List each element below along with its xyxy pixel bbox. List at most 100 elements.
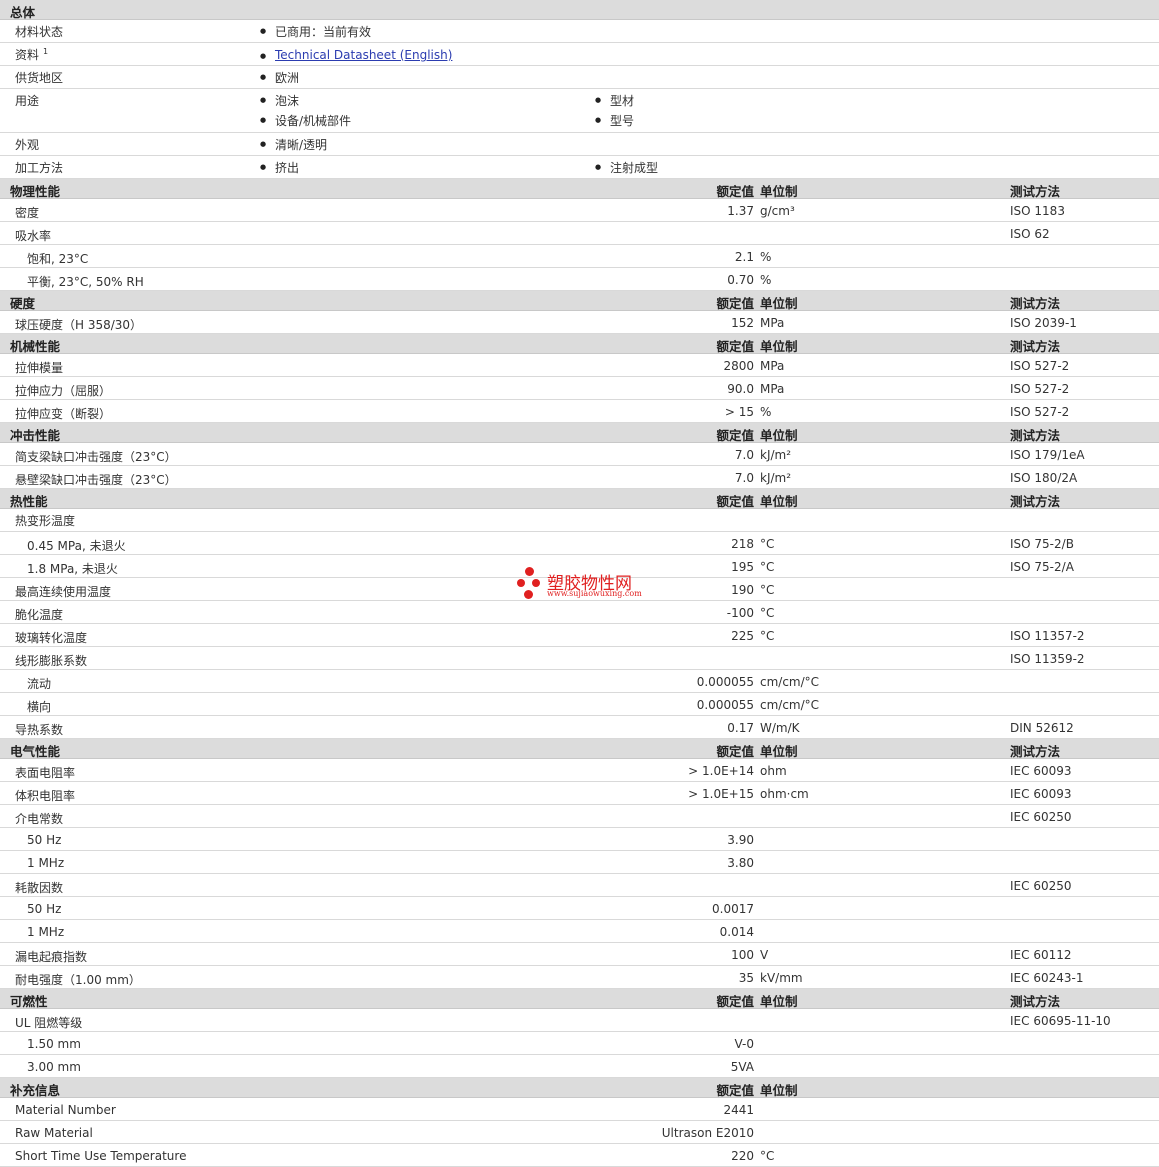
- table-row: 50 Hz 0.0017: [0, 897, 1159, 920]
- bullet-item: 欧洲: [260, 69, 299, 86]
- property-value: 3.80: [727, 856, 754, 870]
- table-row: 线形膨胀系数 ISO 11359-2: [0, 647, 1159, 670]
- general-label-text: 资料: [15, 48, 40, 62]
- section-title: 物理性能: [10, 184, 61, 199]
- table-row: 饱和, 23°C 2.1%: [0, 245, 1159, 268]
- column-header-unit: 单位制: [760, 994, 798, 1009]
- table-row: 0.45 MPa, 未退火 218 °C ISO 75-2/B: [0, 532, 1159, 555]
- property-label: 饱和, 23°C: [27, 252, 89, 266]
- property-unit: kJ/m²: [760, 471, 792, 485]
- test-method: IEC 60243-1: [1010, 971, 1084, 985]
- test-method: IEC 60250: [1010, 810, 1072, 824]
- property-value: 152: [731, 316, 754, 330]
- table-row: 横向 0.000055 cm/cm/°C: [0, 693, 1159, 716]
- table-row: 材料状态 已商用：当前有效: [0, 20, 1159, 43]
- table-row: 拉伸模量 2800 MPa ISO 527-2: [0, 354, 1159, 377]
- property-unit: ohm: [760, 764, 787, 778]
- table-row: 1.50 mm V-0: [0, 1032, 1159, 1055]
- bullet-item: 泡沫: [260, 92, 299, 109]
- table-row: 拉伸应力（屈服） 90.0 MPa ISO 527-2: [0, 377, 1159, 400]
- test-method: ISO 527-2: [1010, 359, 1070, 373]
- test-method: ISO 1183: [1010, 204, 1065, 218]
- table-row: 体积电阻率 > 1.0E+15 ohm·cm IEC 60093: [0, 782, 1159, 805]
- watermark-dot: [532, 579, 540, 587]
- test-method: ISO 75-2/B: [1010, 537, 1074, 551]
- property-unit: kV/mm: [760, 971, 803, 985]
- section-header: 总体: [0, 0, 1159, 20]
- property-label: 横向: [27, 700, 52, 714]
- property-unit: cm/cm/°C: [760, 675, 820, 689]
- column-header-value: 额定值: [716, 428, 754, 443]
- test-method: ISO 11357-2: [1010, 629, 1085, 643]
- section-header: 冲击性能 额定值 单位制 测试方法: [0, 423, 1159, 443]
- property-label: 1 MHz: [27, 925, 65, 939]
- property-label: 线形膨胀系数: [15, 654, 88, 668]
- property-label: 1 MHz: [27, 856, 65, 870]
- general-label: 加工方法: [15, 161, 64, 175]
- test-method: ISO 2039-1: [1010, 316, 1077, 330]
- section-title: 可燃性: [10, 994, 48, 1009]
- column-header-value: 额定值: [716, 994, 754, 1009]
- property-label: Material Number: [15, 1103, 116, 1117]
- table-row: 玻璃转化温度 225 °C ISO 11357-2: [0, 624, 1159, 647]
- property-label: 热变形温度: [15, 514, 76, 528]
- property-value: 0.17: [727, 721, 754, 735]
- property-label: 最高连续使用温度: [15, 585, 112, 599]
- table-row: 供货地区 欧洲: [0, 66, 1159, 89]
- general-label: 外观: [15, 138, 40, 152]
- table-row: 漏电起痕指数 100 V IEC 60112: [0, 943, 1159, 966]
- property-label: 平衡, 23°C, 50% RH: [27, 275, 144, 289]
- test-method: ISO 75-2/A: [1010, 560, 1074, 574]
- column-header-value: 额定值: [716, 494, 754, 509]
- property-label: 吸水率: [15, 229, 52, 243]
- table-row: 加工方法 挤出 注射成型: [0, 156, 1159, 179]
- property-label: 拉伸应变（断裂）: [15, 407, 112, 421]
- column-header-test: 测试方法: [1010, 744, 1061, 759]
- property-label: 漏电起痕指数: [15, 950, 88, 964]
- property-unit: MPa: [760, 316, 785, 330]
- table-row: 导热系数 0.17 W/m/K DIN 52612: [0, 716, 1159, 739]
- table-row: 简支梁缺口冲击强度（23°C） 7.0 kJ/m² ISO 179/1eA: [0, 443, 1159, 466]
- property-label: 拉伸模量: [15, 361, 64, 375]
- table-row: 3.00 mm 5VA: [0, 1055, 1159, 1078]
- property-unit: °C: [760, 606, 775, 620]
- property-label: 0.45 MPa, 未退火: [27, 539, 126, 553]
- test-method: IEC 60093: [1010, 787, 1072, 801]
- property-value: > 15: [724, 405, 754, 419]
- watermark-dot: [525, 567, 534, 576]
- bullet-item: 设备/机械部件: [260, 112, 351, 129]
- bullet-item: 型号: [595, 112, 634, 129]
- column-header-unit: 单位制: [760, 744, 798, 759]
- column-header-unit: 单位制: [760, 494, 798, 509]
- table-row: Raw Material Ultrason E2010: [0, 1121, 1159, 1144]
- column-header-test: 测试方法: [1010, 494, 1061, 509]
- datasheet-link[interactable]: Technical Datasheet (English): [275, 48, 452, 62]
- section-header: 可燃性 额定值 单位制 测试方法: [0, 989, 1159, 1009]
- bullet-item: 已商用：当前有效: [260, 23, 371, 40]
- property-label: 拉伸应力（屈服）: [15, 384, 112, 398]
- property-unit: %: [760, 273, 772, 287]
- property-label: 介电常数: [15, 812, 64, 826]
- table-row: 流动 0.000055 cm/cm/°C: [0, 670, 1159, 693]
- property-label: 导热系数: [15, 723, 64, 737]
- column-header-value: 额定值: [716, 296, 754, 311]
- property-unit: °C: [760, 583, 775, 597]
- column-header-test: 测试方法: [1010, 184, 1061, 199]
- table-row: 1 MHz 3.80: [0, 851, 1159, 874]
- footnote-marker: 1: [43, 47, 49, 56]
- bullet-item: 清晰/透明: [260, 136, 327, 153]
- property-label: 1.8 MPa, 未退火: [27, 562, 118, 576]
- property-value: 7.0: [734, 471, 754, 485]
- section-header: 物理性能 额定值 单位制 测试方法: [0, 179, 1159, 199]
- property-label: 耐电强度（1.00 mm）: [15, 973, 141, 987]
- column-header-unit: 单位制: [760, 184, 798, 199]
- table-row: 吸水率 ISO 62: [0, 222, 1159, 245]
- table-row: 1 MHz 0.014: [0, 920, 1159, 943]
- watermark-dot: [524, 590, 533, 599]
- section-title: 硬度: [10, 296, 36, 311]
- property-value: > 1.0E+15: [688, 787, 754, 801]
- property-value: 90.0: [727, 382, 754, 396]
- property-value: 0.0017: [712, 902, 754, 916]
- property-value: 5VA: [730, 1060, 754, 1074]
- section-header: 热性能 额定值 单位制 测试方法: [0, 489, 1159, 509]
